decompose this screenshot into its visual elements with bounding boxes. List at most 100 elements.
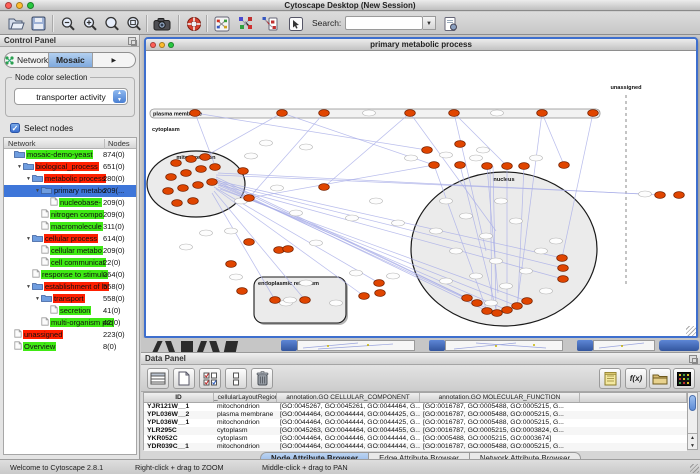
heatmap-button[interactable] xyxy=(673,368,695,389)
column-header[interactable]: _cellularLayoutRegion xyxy=(214,393,277,402)
background-window[interactable] xyxy=(445,340,563,351)
window-controls[interactable] xyxy=(5,2,34,9)
node-label-pill[interactable] xyxy=(405,155,418,161)
save-button[interactable] xyxy=(28,14,48,33)
network-node[interactable] xyxy=(166,174,177,181)
network-node[interactable] xyxy=(462,295,473,302)
tree-expander[interactable]: ▼ xyxy=(25,281,32,293)
network-node[interactable] xyxy=(655,192,666,199)
tree-expander[interactable]: ▼ xyxy=(25,233,32,245)
node-label-pill[interactable] xyxy=(500,283,513,289)
column-header[interactable]: annotation.GO CELLULAR_COMPONENT xyxy=(277,393,420,402)
node-label-pill[interactable] xyxy=(300,280,313,286)
network-node[interactable] xyxy=(181,170,192,177)
network-node[interactable] xyxy=(559,162,570,169)
network-node[interactable] xyxy=(537,110,548,117)
node-label-pill[interactable] xyxy=(440,278,453,284)
network-node[interactable] xyxy=(237,288,248,295)
node-label-pill[interactable] xyxy=(230,274,243,280)
column-header[interactable]: ID xyxy=(144,393,214,402)
node-label-pill[interactable] xyxy=(387,273,400,279)
tree-expander[interactable]: ▼ xyxy=(16,161,23,173)
node-label-pill[interactable] xyxy=(330,300,343,306)
tree-expander[interactable]: ▼ xyxy=(25,173,32,185)
destroy-network-button[interactable] xyxy=(260,14,280,33)
color-attribute-dropdown[interactable]: transporter activity ▲▼ xyxy=(14,88,128,105)
notes-button[interactable] xyxy=(599,368,621,389)
table-row[interactable]: YLR295Ccytoplasm[GO:0045263, GO:0044464,… xyxy=(144,427,687,435)
export-image-button[interactable] xyxy=(152,14,172,33)
network-node[interactable] xyxy=(482,163,493,170)
network-node[interactable] xyxy=(492,310,503,317)
tree-row[interactable]: ▼establishment of lo558(0) xyxy=(4,281,136,293)
tree-row[interactable]: cell communicat22(0) xyxy=(4,257,136,269)
scrollbar-thumb[interactable] xyxy=(689,395,696,411)
node-label-pill[interactable] xyxy=(430,228,443,234)
select-nodes-checkbox[interactable]: ✓ xyxy=(10,123,20,133)
node-label-pill[interactable] xyxy=(392,220,405,226)
tree-row[interactable]: Overview8(0) xyxy=(4,341,136,353)
network-overview-button[interactable] xyxy=(212,14,232,33)
network-node[interactable] xyxy=(277,110,288,117)
import-attributes-button[interactable] xyxy=(649,368,671,389)
zoom-fit-button[interactable] xyxy=(124,14,144,33)
attribute-table-button[interactable] xyxy=(147,368,169,389)
network-node[interactable] xyxy=(502,163,513,170)
network-node[interactable] xyxy=(359,293,370,300)
node-label-pill[interactable] xyxy=(550,238,563,244)
network-node[interactable] xyxy=(171,160,182,167)
network-node[interactable] xyxy=(193,182,204,189)
node-label-pill[interactable] xyxy=(260,140,273,146)
node-label-pill[interactable] xyxy=(460,213,473,219)
network-node[interactable] xyxy=(558,276,569,283)
network-node[interactable] xyxy=(300,297,311,304)
node-label-pill[interactable] xyxy=(450,248,463,254)
network-node[interactable] xyxy=(188,198,199,205)
tree-row[interactable]: ▼biological_process651(0) xyxy=(4,161,136,173)
background-window[interactable] xyxy=(659,340,699,351)
network-graph[interactable]: plasma membranecytoplasmmitochondrionnuc… xyxy=(146,51,695,335)
float-panel-icon[interactable] xyxy=(689,355,697,363)
network-node[interactable] xyxy=(405,110,416,117)
background-window[interactable] xyxy=(297,340,415,351)
tree-header[interactable]: Network Nodes xyxy=(4,138,136,149)
network-edge[interactable] xyxy=(204,113,282,157)
network-node[interactable] xyxy=(522,298,533,305)
network-node[interactable] xyxy=(455,162,466,169)
tree-expander[interactable]: ▼ xyxy=(34,293,41,305)
network-node[interactable] xyxy=(588,110,599,117)
tree-row[interactable]: response to stimulu264(0) xyxy=(4,269,136,281)
search-dropdown-button[interactable]: ▼ xyxy=(423,16,436,30)
tree-row[interactable]: cellular metabo209(0) xyxy=(4,245,136,257)
network-node[interactable] xyxy=(319,110,330,117)
network-node[interactable] xyxy=(519,163,530,170)
zoom-in-button[interactable] xyxy=(80,14,100,33)
background-window[interactable] xyxy=(593,340,655,351)
close-button[interactable] xyxy=(5,2,12,9)
network-node[interactable] xyxy=(238,168,249,175)
search-input[interactable] xyxy=(345,16,423,30)
network-node[interactable] xyxy=(482,308,493,315)
node-label-pill[interactable] xyxy=(180,244,193,250)
node-label-pill[interactable] xyxy=(490,258,503,264)
network-node[interactable] xyxy=(472,300,483,307)
tree-row[interactable]: ▼cellular process614(0) xyxy=(4,233,136,245)
tree-row[interactable]: nitrogen compo209(0) xyxy=(4,209,136,221)
node-label-pill[interactable] xyxy=(284,297,297,303)
node-label-pill[interactable] xyxy=(477,147,490,153)
tree-row[interactable]: mosaic-demo-yeast874(0) xyxy=(4,149,136,161)
node-label-pill[interactable] xyxy=(245,153,258,159)
formula-button[interactable]: f(x) xyxy=(625,368,647,389)
tree-row[interactable]: ▼primary metabo209(... xyxy=(4,185,136,197)
network-zoom-button[interactable] xyxy=(168,42,174,48)
node-label-pill[interactable] xyxy=(535,248,548,254)
network-node[interactable] xyxy=(319,184,330,191)
node-label-pill[interactable] xyxy=(370,198,383,204)
network-node[interactable] xyxy=(455,141,466,148)
network-edge[interactable] xyxy=(542,113,564,165)
node-label-pill[interactable] xyxy=(495,198,508,204)
node-label-pill[interactable] xyxy=(363,110,376,116)
advanced-search-button[interactable] xyxy=(440,14,460,33)
network-close-button[interactable] xyxy=(150,42,156,48)
network-node[interactable] xyxy=(186,156,197,163)
